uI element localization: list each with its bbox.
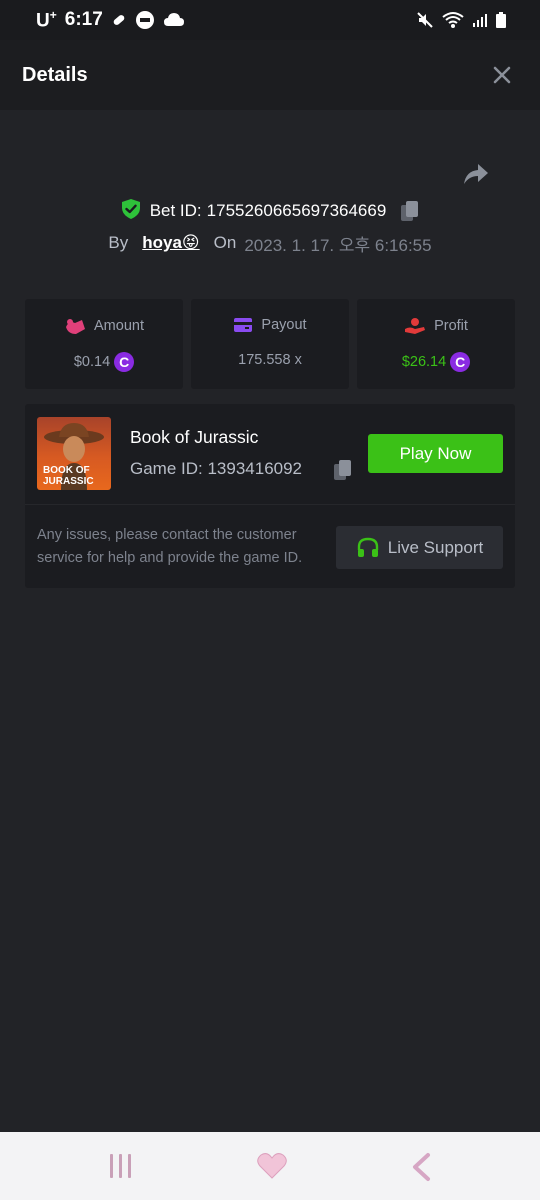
amount-value-row: $0.14 C <box>25 352 183 372</box>
profit-label: Profit <box>434 318 468 334</box>
close-button[interactable] <box>490 63 514 87</box>
copy-bet-id-button[interactable] <box>400 200 420 222</box>
coin-icon: C <box>450 352 471 372</box>
close-icon <box>493 66 511 84</box>
game-panel: BOOK OF JURASSIC Book of Jurassic Game I… <box>25 404 515 588</box>
game-thumbnail[interactable]: BOOK OF JURASSIC <box>37 417 111 490</box>
svg-text:BOOK OF: BOOK OF <box>43 465 90 476</box>
payout-label: Payout <box>261 317 307 333</box>
amount-value: $0.14 <box>73 354 111 370</box>
profit-header: Profit <box>357 317 515 335</box>
status-bar: U+ 6:17 <box>0 0 540 40</box>
on-label: On <box>213 233 237 252</box>
lock-app-icon <box>135 10 155 30</box>
payout-card-icon <box>234 318 253 332</box>
bet-id-row: Bet ID: 1755260665697364669 <box>0 198 540 224</box>
game-art-icon: BOOK OF JURASSIC <box>43 423 104 490</box>
cloud-icon <box>163 11 185 29</box>
recent-apps-icon <box>110 1154 131 1178</box>
user-emoji: 😝 <box>181 233 200 252</box>
headset-icon <box>357 537 378 557</box>
amount-label: Amount <box>94 318 144 334</box>
payout-header: Payout <box>191 317 349 333</box>
battery-icon <box>496 12 506 28</box>
live-support-button[interactable]: Live Support <box>336 526 503 569</box>
bet-id-value: 1755260665697364669 <box>206 201 387 220</box>
help-text: Any issues, please contact the customer … <box>37 527 303 566</box>
profit-hand-icon <box>405 318 426 334</box>
profit-value: $26.14 <box>401 354 447 370</box>
details-header: Details <box>0 40 540 110</box>
live-support-label: Live Support <box>387 537 484 557</box>
wifi-icon <box>442 11 464 29</box>
svg-text:JURASSIC: JURASSIC <box>43 476 94 487</box>
amount-icon <box>66 319 85 334</box>
payout-card: Payout 175.558 x <box>191 299 349 389</box>
carrier-label: U+ <box>36 7 57 32</box>
status-right <box>416 11 506 29</box>
status-time: 6:17 <box>64 8 103 30</box>
bet-meta-row: By hoya😝 On 2023. 1. 17. 오후 6:16:55 <box>0 230 540 256</box>
bet-id-label: Bet ID: <box>149 201 202 220</box>
share-icon <box>464 164 488 184</box>
by-label: By <box>108 233 129 252</box>
payout-value-row: 175.558 x <box>191 352 349 368</box>
share-button[interactable] <box>462 160 490 188</box>
payout-value: 175.558 x <box>238 352 302 368</box>
amount-header: Amount <box>25 317 183 335</box>
status-left: U+ 6:17 <box>36 8 185 32</box>
user-link[interactable]: hoya😝 <box>142 233 199 253</box>
copy-icon <box>401 201 419 221</box>
mute-icon <box>416 11 434 29</box>
recent-apps-button[interactable] <box>108 1152 134 1180</box>
game-id: Game ID: 1393416092 <box>130 459 303 478</box>
copy-icon <box>334 460 351 480</box>
profit-card: Profit $26.14 C <box>357 299 515 389</box>
coin-icon: C <box>114 352 135 372</box>
back-button[interactable] <box>410 1152 432 1182</box>
copy-game-id-button[interactable] <box>333 459 353 486</box>
shield-check-icon <box>120 198 142 225</box>
back-icon <box>413 1153 430 1181</box>
page-title: Details <box>22 63 88 86</box>
home-button[interactable] <box>257 1152 287 1180</box>
system-nav-bar <box>0 1132 540 1200</box>
amount-card: Amount $0.14 C <box>25 299 183 389</box>
bet-date: 2023. 1. 17. 오후 6:16:55 <box>244 235 432 255</box>
play-now-button[interactable]: Play Now <box>368 434 503 473</box>
divider <box>25 504 515 505</box>
signal-icon <box>472 12 488 28</box>
pill-icon <box>111 12 127 28</box>
game-name: Book of Jurassic <box>130 427 259 447</box>
profit-value-row: $26.14 C <box>357 352 515 372</box>
home-icon <box>257 1153 287 1179</box>
